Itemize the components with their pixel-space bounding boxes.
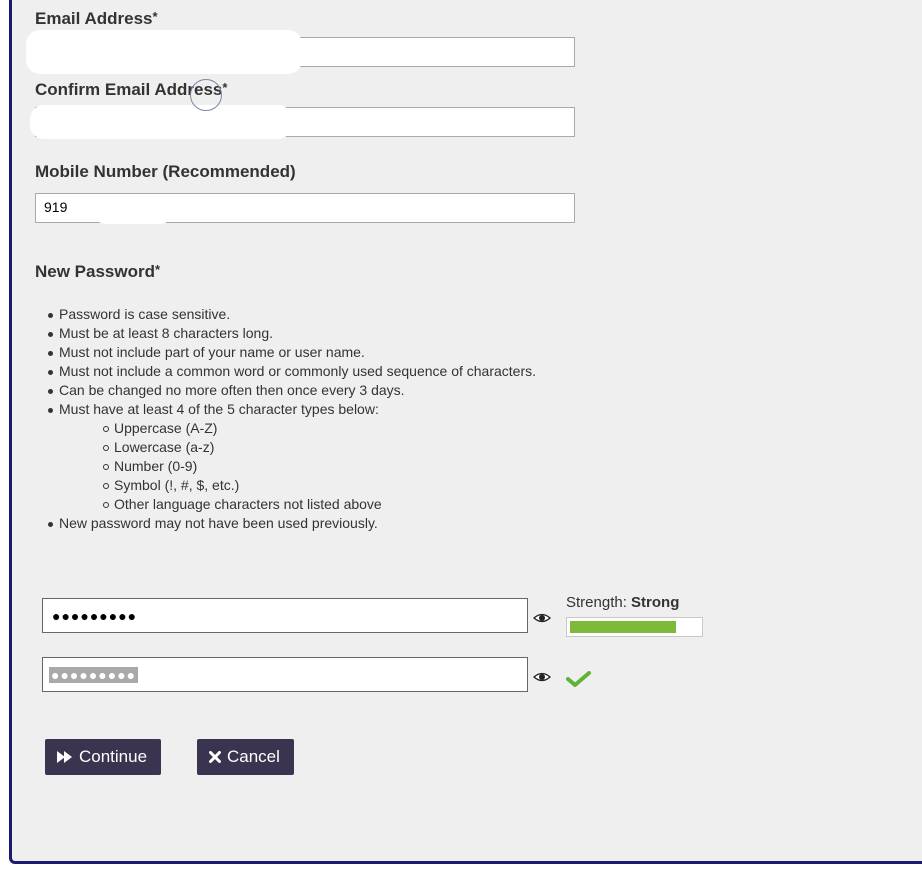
- redaction-mask: [30, 105, 292, 139]
- rule-item: Password is case sensitive.: [47, 305, 536, 324]
- strength-label: Strength: Strong: [566, 594, 679, 611]
- character-type-list: Uppercase (A-Z) Lowercase (a-z) Number (…: [102, 419, 536, 514]
- new-password-heading: New Password*: [35, 262, 160, 282]
- rule-item-text: Must have at least 4 of the 5 character …: [59, 401, 379, 417]
- required-mark: *: [155, 262, 161, 277]
- redaction-mask: [92, 194, 174, 224]
- char-type-item: Lowercase (a-z): [102, 438, 536, 457]
- cancel-button[interactable]: Cancel: [197, 739, 294, 775]
- password-mask: ●●●●●●●●●: [52, 608, 138, 624]
- new-password-heading-text: New Password: [35, 262, 155, 281]
- new-password-field[interactable]: ●●●●●●●●●: [42, 598, 528, 633]
- char-type-item: Number (0-9): [102, 457, 536, 476]
- continue-button[interactable]: Continue: [45, 739, 162, 775]
- fast-forward-icon: [57, 751, 73, 763]
- char-type-item: Other language characters not listed abo…: [102, 495, 536, 514]
- eye-icon[interactable]: [533, 611, 551, 625]
- email-label: Email Address*: [35, 9, 158, 29]
- eye-icon[interactable]: [533, 670, 551, 684]
- rule-item: Can be changed no more often then once e…: [47, 381, 536, 400]
- required-mark: *: [222, 80, 228, 95]
- rule-item: Must have at least 4 of the 5 character …: [47, 400, 536, 514]
- strength-value: Strong: [631, 594, 680, 611]
- char-type-item: Uppercase (A-Z): [102, 419, 536, 438]
- rule-item: Must not include a common word or common…: [47, 362, 536, 381]
- continue-button-label: Continue: [79, 747, 148, 766]
- mobile-label: Mobile Number (Recommended): [35, 162, 296, 182]
- strength-prefix: Strength:: [566, 594, 627, 611]
- strength-meter-fill: [570, 621, 676, 633]
- checkmark-icon: [566, 671, 591, 687]
- password-rules: Password is case sensitive. Must be at l…: [47, 305, 536, 533]
- cancel-button-label: Cancel: [227, 747, 280, 766]
- redaction-mask: [26, 30, 302, 74]
- strength-meter: [566, 617, 703, 637]
- mobile-label-text: Mobile Number (Recommended): [35, 162, 296, 181]
- password-mask: ●●●●●●●●●: [49, 667, 139, 683]
- confirm-password-field[interactable]: ●●●●●●●●●: [42, 657, 528, 692]
- char-type-item: Symbol (!, #, $, etc.): [102, 476, 536, 495]
- rule-item: Must be at least 8 characters long.: [47, 324, 536, 343]
- mouse-cursor-ring: [190, 79, 222, 111]
- required-mark: *: [152, 9, 158, 24]
- mobile-value: 919: [44, 199, 68, 215]
- x-icon: [209, 751, 221, 763]
- rule-item: New password may not have been used prev…: [47, 514, 536, 533]
- rule-item: Must not include part of your name or us…: [47, 343, 536, 362]
- email-label-text: Email Address: [35, 9, 153, 28]
